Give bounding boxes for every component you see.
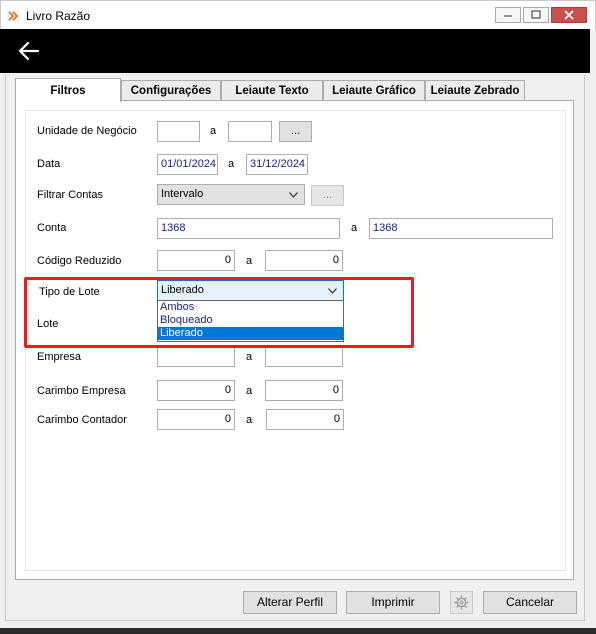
empresa-label: Empresa — [37, 351, 82, 363]
close-button[interactable] — [551, 7, 587, 23]
codigo-label: Código Reduzido — [37, 255, 122, 267]
carimbo-empresa-sep: a — [246, 385, 253, 397]
data-to-input[interactable]: 31/12/2024 — [246, 154, 308, 175]
tab-leiaute-texto[interactable]: Leiaute Texto — [221, 80, 323, 100]
unidade-to-input[interactable] — [228, 121, 272, 142]
tab-configuracoes[interactable]: Configurações — [121, 80, 221, 100]
imprimir-label: Imprimir — [371, 595, 415, 609]
imprimir-button[interactable]: Imprimir — [346, 591, 440, 614]
window-title: Livro Razão — [26, 9, 91, 23]
cancelar-label: Cancelar — [505, 595, 555, 609]
carimbo-contador-to-input[interactable]: 0 — [266, 409, 344, 430]
conta-to-input[interactable]: 1368 — [369, 218, 553, 239]
back-arrow-icon[interactable] — [16, 38, 42, 64]
conta-from-input[interactable]: 1368 — [157, 218, 340, 239]
data-label: Data — [37, 158, 61, 170]
codigo-from-input[interactable]: 0 — [157, 250, 235, 271]
empresa-from-input[interactable] — [157, 346, 235, 367]
data-from-input[interactable]: 01/01/2024 — [157, 154, 218, 175]
tab-leiaute-grafico[interactable]: Leiaute Gráfico — [323, 80, 425, 100]
conta-sep: a — [351, 222, 358, 234]
empresa-to-input[interactable] — [265, 346, 343, 367]
codigo-sep: a — [246, 255, 253, 267]
carimbo-empresa-from-input[interactable]: 0 — [157, 380, 235, 401]
empresa-sep: a — [246, 351, 253, 363]
minimize-button[interactable] — [495, 7, 521, 23]
alterar-perfil-button[interactable]: Alterar Perfil — [243, 591, 337, 614]
minimize-icon — [504, 15, 512, 17]
unidade-from-input[interactable] — [157, 121, 200, 142]
unidade-lookup-button[interactable]: ... — [279, 121, 312, 142]
conta-label: Conta — [37, 222, 67, 234]
settings-button[interactable] — [450, 591, 473, 614]
carimbo-contador-from-input[interactable]: 0 — [157, 409, 235, 430]
filtrar-label: Filtrar Contas — [37, 189, 104, 201]
alterar-perfil-label: Alterar Perfil — [256, 595, 324, 609]
filtrar-lookup-button[interactable]: ... — [311, 185, 344, 206]
maximize-icon — [531, 10, 541, 19]
tab-leiaute-zebrado[interactable]: Leiaute Zebrado — [425, 80, 525, 100]
codigo-to-input[interactable]: 0 — [265, 250, 343, 271]
filtrar-select[interactable]: Intervalo — [157, 184, 305, 205]
close-icon — [564, 10, 574, 20]
maximize-button[interactable] — [523, 7, 549, 23]
unidade-sep: a — [210, 125, 217, 137]
gear-icon — [454, 595, 469, 610]
carimbo-empresa-label: Carimbo Empresa — [37, 385, 126, 397]
carimbo-contador-sep: a — [246, 414, 253, 426]
filtrar-value: Intervalo — [161, 188, 204, 200]
cancelar-button[interactable]: Cancelar — [483, 591, 577, 614]
carimbo-contador-label: Carimbo Contador — [37, 414, 127, 426]
tab-filtros[interactable]: Filtros — [15, 78, 121, 102]
chevron-down-icon — [289, 192, 298, 198]
app-icon — [7, 10, 19, 22]
unidade-label: Unidade de Negócio — [37, 125, 137, 137]
carimbo-empresa-to-input[interactable]: 0 — [265, 380, 343, 401]
data-sep: a — [228, 158, 235, 170]
highlight-box — [24, 277, 414, 348]
taskbar-strip — [0, 628, 596, 634]
header-bar — [0, 29, 590, 73]
